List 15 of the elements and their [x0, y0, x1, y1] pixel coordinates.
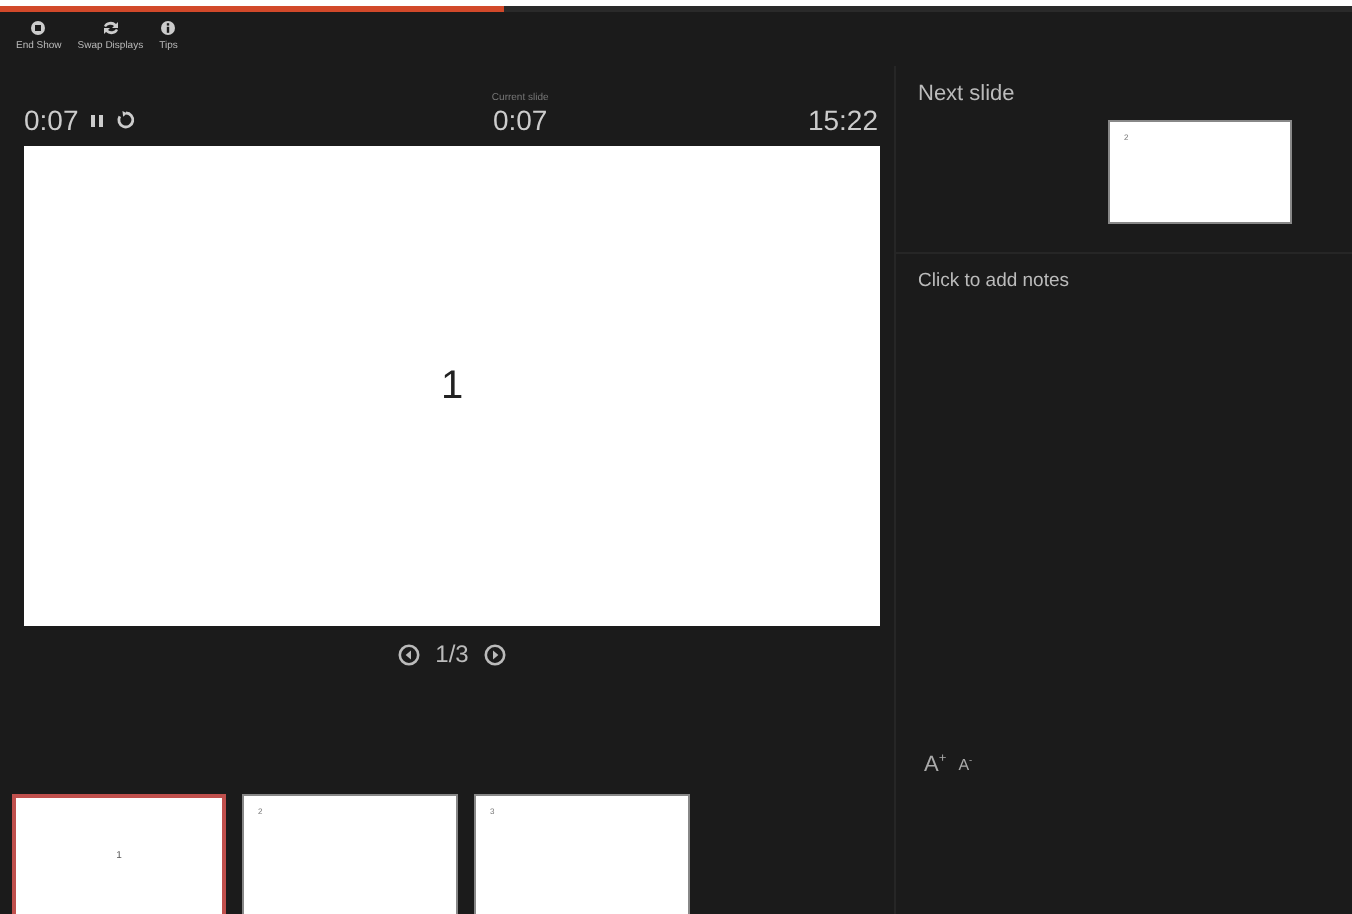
- info-icon: [160, 20, 177, 36]
- notes-field[interactable]: Click to add notes: [918, 270, 1070, 296]
- swap-arrows-icon: [101, 20, 120, 36]
- elapsed-time: 0:07: [24, 104, 79, 136]
- next-slide-heading: Next slide: [918, 82, 1017, 106]
- previous-icon[interactable]: [397, 643, 420, 665]
- slide-position: 1/3: [435, 640, 469, 668]
- stop-icon: [30, 20, 47, 36]
- slide-text: 1: [440, 363, 464, 409]
- increase-font-button[interactable]: A$^{+}$: [924, 752, 947, 778]
- restart-icon[interactable]: [116, 110, 137, 130]
- slide-time: 0:07: [492, 104, 548, 136]
- pause-icon[interactable]: [90, 113, 105, 127]
- clock-time: 15:22: [807, 104, 878, 136]
- next-icon[interactable]: [484, 643, 507, 665]
